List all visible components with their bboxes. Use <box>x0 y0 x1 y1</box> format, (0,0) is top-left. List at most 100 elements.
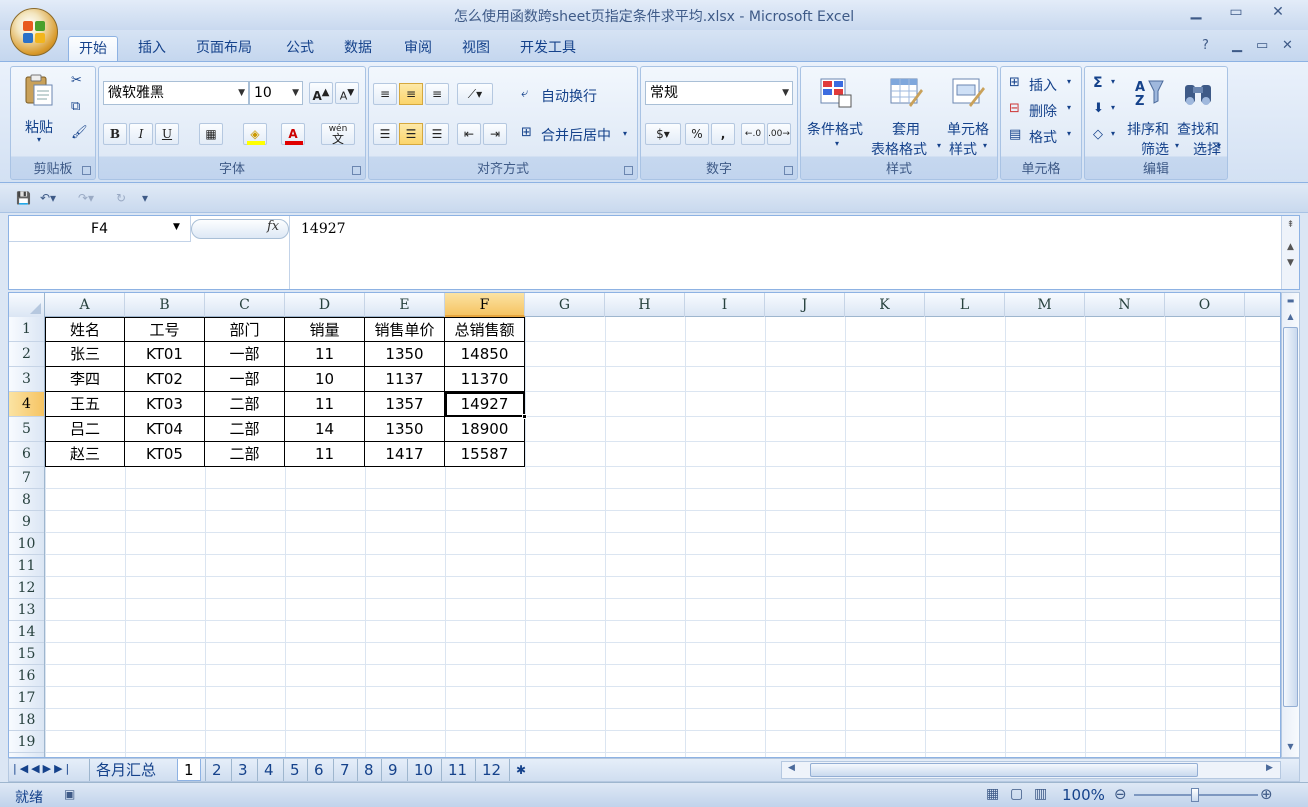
tab-1[interactable]: 插入 <box>128 36 176 62</box>
close-button[interactable]: ✕ <box>1264 4 1292 24</box>
formula-bar-scroll[interactable]: ⇞ ▲ ▼ <box>1281 216 1299 289</box>
column-header-g[interactable]: G <box>525 293 605 317</box>
normal-view-icon[interactable]: ▦ <box>986 786 999 802</box>
clear-icon[interactable]: ◇ <box>1093 127 1103 142</box>
table-cell[interactable]: 14 <box>285 417 365 442</box>
row-header-16[interactable]: 16 <box>9 665 44 687</box>
tab-3[interactable]: 公式 <box>276 36 324 62</box>
table-cell[interactable]: 1137 <box>365 367 445 392</box>
scroll-up-icon[interactable]: ▲ <box>1282 242 1299 252</box>
phonetic-guide-icon[interactable]: wén 文 <box>321 123 355 145</box>
row-header-8[interactable]: 8 <box>9 489 44 511</box>
table-cell[interactable]: 11 <box>285 392 365 417</box>
macro-record-icon[interactable]: ▣ <box>64 787 75 801</box>
sheet-tab-4[interactable]: 4 <box>257 759 280 781</box>
restore-button[interactable]: ▭ <box>1222 4 1250 24</box>
split-box-icon[interactable]: ▬ <box>1282 293 1299 309</box>
tab-7[interactable]: 开发工具 <box>510 36 586 62</box>
scroll-down-icon[interactable]: ▼ <box>1282 739 1299 755</box>
row-header-12[interactable]: 12 <box>9 577 44 599</box>
chevron-down-icon[interactable]: ▾ <box>623 129 627 138</box>
table-cell[interactable]: KT01 <box>125 342 205 367</box>
sheet-nav-icons[interactable]: |◀◀▶▶| <box>13 762 72 775</box>
font-name-combo[interactable]: 微软雅黑 ▼ <box>103 81 249 105</box>
delete-cells-button[interactable]: 删除 <box>1029 101 1057 121</box>
fill-handle[interactable] <box>522 414 527 419</box>
row-header-17[interactable]: 17 <box>9 687 44 709</box>
table-cell[interactable]: 赵三 <box>45 442 125 467</box>
chevron-down-icon[interactable]: ▾ <box>835 139 839 148</box>
vertical-scroll-thumb[interactable] <box>1283 327 1298 707</box>
row-header-6[interactable]: 6 <box>9 442 44 467</box>
table-cell[interactable]: 15587 <box>445 442 525 467</box>
cell-styles-icon[interactable] <box>951 75 985 109</box>
align-top-icon[interactable]: ≡ <box>373 83 397 105</box>
row-header-3[interactable]: 3 <box>9 367 44 392</box>
help-icon[interactable]: ? <box>1202 38 1209 53</box>
row-header-7[interactable]: 7 <box>9 467 44 489</box>
chevron-down-icon[interactable]: ▾ <box>1067 77 1071 86</box>
font-size-combo[interactable]: 10 ▼ <box>249 81 303 105</box>
sheet-tab-0[interactable]: 各月汇总 <box>89 759 162 781</box>
sheet-tab-8[interactable]: 8 <box>357 759 380 781</box>
chevron-down-icon[interactable]: ▾ <box>1067 103 1071 112</box>
sheet-tab-10[interactable]: 10 <box>407 759 439 781</box>
align-right-icon[interactable]: ☰ <box>425 123 449 145</box>
redo-icon[interactable]: ↷▾ <box>78 191 94 205</box>
orientation-icon[interactable]: ⟋▾ <box>457 83 493 105</box>
format-as-table-button[interactable]: 表格格式 <box>871 139 927 159</box>
column-header-k[interactable]: K <box>845 293 925 317</box>
chevron-down-icon[interactable]: ▼ <box>173 222 180 232</box>
workbook-restore-icon[interactable]: ▭ <box>1256 38 1268 53</box>
minimize-button[interactable]: ▁ <box>1182 4 1210 24</box>
decrease-indent-icon[interactable]: ⇤ <box>457 123 481 145</box>
table-cell[interactable]: 18900 <box>445 417 525 442</box>
table-header-cell[interactable]: 工号 <box>125 317 205 342</box>
conditional-formatting-icon[interactable] <box>819 75 853 109</box>
row-header-4[interactable]: 4 <box>9 392 44 417</box>
table-cell[interactable]: KT02 <box>125 367 205 392</box>
insert-function-icon[interactable]: fx <box>267 219 279 234</box>
row-header-9[interactable]: 9 <box>9 511 44 533</box>
table-cell[interactable]: 李四 <box>45 367 125 392</box>
page-layout-view-icon[interactable]: ▢ <box>1010 786 1023 802</box>
insert-sheet-icon[interactable]: ✱ <box>509 759 532 781</box>
chevron-down-icon[interactable]: ▾ <box>1217 141 1221 150</box>
row-header-5[interactable]: 5 <box>9 417 44 442</box>
table-cell[interactable]: 11370 <box>445 367 525 392</box>
table-cell[interactable]: 1357 <box>365 392 445 417</box>
percent-style-button[interactable]: % <box>685 123 709 145</box>
page-break-view-icon[interactable]: ▥ <box>1034 786 1047 802</box>
borders-icon[interactable]: ▦ <box>199 123 223 145</box>
row-header-1[interactable]: 1 <box>9 317 44 342</box>
align-middle-icon[interactable]: ≡ <box>399 83 423 105</box>
comma-style-button[interactable]: , <box>711 123 735 145</box>
sheet-tab-9[interactable]: 9 <box>381 759 404 781</box>
chevron-down-icon[interactable]: ▾ <box>1111 129 1115 138</box>
binoculars-icon[interactable] <box>1181 75 1215 109</box>
sheet-tab-12[interactable]: 12 <box>475 759 507 781</box>
sheet-tab-11[interactable]: 11 <box>441 759 473 781</box>
workbook-close-icon[interactable]: ✕ <box>1282 38 1293 53</box>
paste-dropdown-icon[interactable]: ▾ <box>37 135 41 144</box>
customize-qat-icon[interactable]: ▾ <box>142 191 148 205</box>
table-header-cell[interactable]: 部门 <box>205 317 285 342</box>
sheet-tab-2[interactable]: 2 <box>205 759 228 781</box>
insert-cells-button[interactable]: 插入 <box>1029 75 1057 95</box>
collapse-formula-icon[interactable]: ⇞ <box>1282 220 1299 230</box>
wrap-text-button[interactable]: 自动换行 <box>541 86 597 106</box>
align-center-icon[interactable]: ☰ <box>399 123 423 145</box>
zoom-out-icon[interactable]: ⊖ <box>1114 785 1127 803</box>
align-left-icon[interactable]: ☰ <box>373 123 397 145</box>
name-box[interactable]: F4 <box>9 216 191 242</box>
table-header-cell[interactable]: 销售单价 <box>365 317 445 342</box>
table-cell[interactable]: 吕二 <box>45 417 125 442</box>
decrease-decimal-icon[interactable]: .00→ <box>767 123 791 145</box>
save-icon[interactable]: 💾 <box>16 191 31 205</box>
cell-styles-line1[interactable]: 单元格 <box>947 119 989 139</box>
align-bottom-icon[interactable]: ≡ <box>425 83 449 105</box>
column-header-b[interactable]: B <box>125 293 205 317</box>
table-cell[interactable]: KT04 <box>125 417 205 442</box>
vertical-scrollbar[interactable]: ▬ ▲ ▼ <box>1281 292 1300 758</box>
table-cell[interactable]: 1417 <box>365 442 445 467</box>
